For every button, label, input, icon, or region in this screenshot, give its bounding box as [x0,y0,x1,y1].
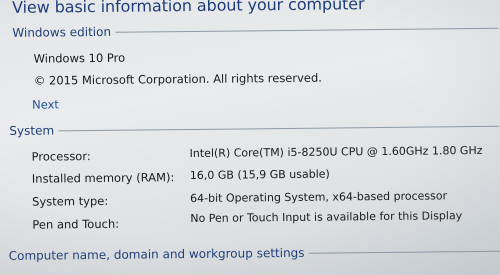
system-row-value: 16,0 GB (15,9 GB usable) [189,167,330,183]
system-row-value: No Pen or Touch Input is available for t… [190,209,463,226]
system-row-label: Pen and Touch: [32,216,120,232]
system-row-label: Processor: [31,149,91,164]
windows-edition-header-label: Windows edition [12,24,112,40]
next-link[interactable]: Next [32,97,59,111]
page-title: View basic information about your comput… [11,0,365,17]
windows-edition-name: Windows 10 Pro [33,50,126,66]
copyright-text: © 2015 Microsoft Corporation. All rights… [33,70,322,88]
system-row-label: Installed memory (RAM): [31,170,175,186]
system-row-label: System type: [32,193,109,209]
system-header-label: System [9,123,55,138]
system-row-value: Intel(R) Core(TM) i5-8250U CPU @ 1.60GHz… [189,143,483,161]
computer-name-header-label: Computer name, domain and workgroup sett… [8,245,305,263]
section-divider [58,125,500,131]
system-row-value: 64-bit Operating System, x64-based proce… [190,189,448,206]
section-divider [115,27,499,33]
windows-edition-header: Windows edition [12,19,499,42]
system-header: System [9,117,500,140]
computer-name-header: Computer name, domain and workgroup sett… [9,242,500,265]
system-properties-page: View basic information about your comput… [0,0,500,275]
section-divider [308,250,500,254]
